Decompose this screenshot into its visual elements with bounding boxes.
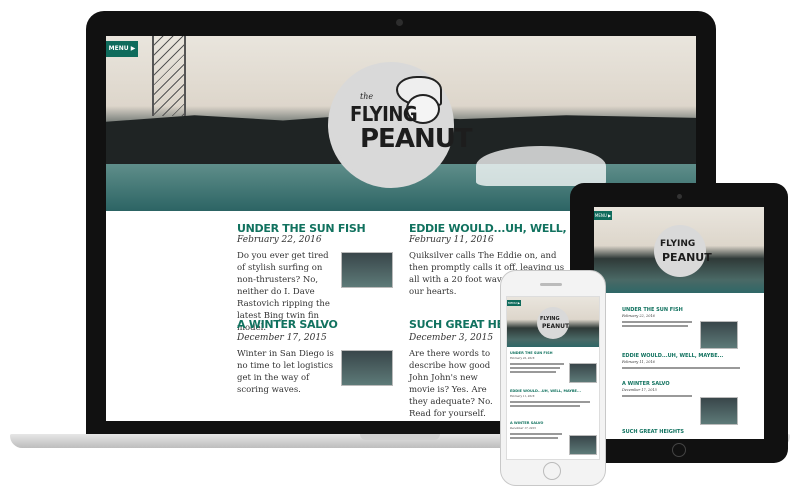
tablet-post-thumbnail[interactable]: [700, 397, 738, 425]
tablet-post-title[interactable]: SUCH GREAT HEIGHTS: [622, 429, 684, 435]
tablet-post-date: December 17, 2015: [622, 388, 657, 392]
phone-post-excerpt: [510, 433, 562, 435]
phone-post-date: December 17, 2015: [510, 427, 536, 430]
phone-logo-peanut: PEANUT: [542, 323, 570, 330]
phone-post-excerpt: [510, 401, 590, 403]
post-excerpt: Winter in San Diego is no time to let lo…: [237, 349, 334, 395]
post-title[interactable]: UNDER THE SUN FISH: [237, 222, 366, 235]
phone-post-title[interactable]: A WINTER SALVO: [510, 421, 543, 425]
tablet-screen: MENU ▶ FLYING PEANUT UNDER THE SUN FISH …: [594, 207, 764, 439]
logo-flying: FLYING: [350, 102, 418, 126]
phone-home-button: [543, 462, 561, 480]
laptop-camera: [396, 19, 403, 26]
tablet-post-title[interactable]: A WINTER SALVO: [622, 381, 670, 387]
tablet-logo-peanut: PEANUT: [662, 251, 712, 264]
phone-post-excerpt: [510, 371, 556, 373]
post-title[interactable]: A WINTER SALVO: [237, 318, 338, 331]
tablet-post-excerpt: [622, 395, 692, 397]
logo-the: the: [360, 92, 374, 101]
phone-logo-flying: FLYING: [540, 316, 560, 322]
phone-post-excerpt: [510, 405, 580, 407]
phone-post-excerpt: [510, 367, 560, 369]
tablet-post-date: February 11, 2016: [622, 360, 655, 364]
phone-post-title[interactable]: EDDIE WOULD...UH, WELL, MAYBE...: [510, 389, 581, 393]
tablet-post-title[interactable]: EDDIE WOULD...UH, WELL, MAYBE...: [622, 353, 723, 359]
phone-post-excerpt: [510, 437, 558, 439]
phone-post-date: February 22, 2016: [510, 357, 535, 360]
tower-structure: [152, 36, 186, 116]
phone-speaker: [540, 283, 562, 286]
phone-post-title[interactable]: UNDER THE SUN FISH: [510, 351, 553, 355]
tablet-post-excerpt: [622, 325, 688, 327]
post-thumbnail[interactable]: [341, 350, 393, 386]
phone-screen: MENU ▶ FLYING PEANUT UNDER THE SUN FISH …: [506, 296, 600, 460]
wave-foam: [476, 146, 606, 186]
phone-menu-button[interactable]: MENU ▶: [507, 300, 521, 306]
post-date: December 3, 2015: [409, 333, 494, 343]
tablet-logo-flying: FLYING: [660, 239, 696, 249]
tablet-post-title[interactable]: UNDER THE SUN FISH: [622, 307, 683, 313]
post-date: December 17, 2015: [237, 333, 327, 343]
phone-post-thumbnail[interactable]: [569, 363, 597, 383]
phone-post-date: February 11, 2016: [510, 395, 535, 398]
tablet-post-excerpt: [622, 321, 692, 323]
tablet-post-thumbnail[interactable]: [700, 321, 738, 349]
post-thumbnail[interactable]: [341, 252, 393, 288]
post-date: February 11, 2016: [409, 235, 494, 245]
logo-peanut: PEANUT: [360, 124, 473, 154]
tablet-home-button: [672, 443, 686, 457]
tablet-menu-button[interactable]: MENU ▶: [594, 211, 612, 220]
tablet-camera: [677, 194, 682, 199]
post-date: February 22, 2016: [237, 235, 322, 245]
phone-post-excerpt: [510, 363, 564, 365]
tablet-post-excerpt: [622, 367, 740, 369]
laptop-notch: [360, 434, 440, 440]
menu-button[interactable]: MENU ▶: [106, 41, 138, 57]
post-excerpt: Are there words to describe how good Joh…: [409, 349, 493, 419]
tablet-post-date: February 22, 2016: [622, 314, 655, 318]
phone-post-thumbnail[interactable]: [569, 435, 597, 455]
